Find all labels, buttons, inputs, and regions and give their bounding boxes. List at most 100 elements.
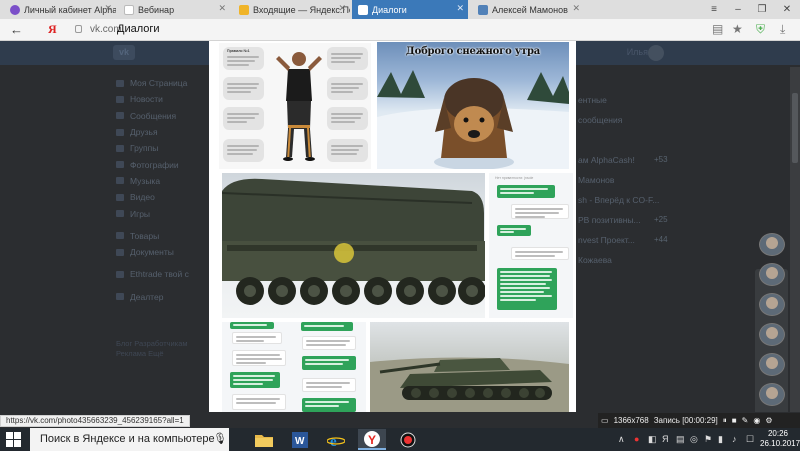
minimize-icon[interactable]: – — [727, 0, 749, 19]
menu-item-documents[interactable]: Документы — [116, 244, 206, 260]
rule-bubble — [327, 139, 368, 162]
menu-item-friends[interactable]: Друзья — [116, 124, 206, 140]
bookmark-star-icon[interactable]: ★ — [732, 22, 743, 36]
menu-item-my-page[interactable]: Моя Страница — [116, 75, 206, 91]
tray-chevron-icon[interactable]: ∧ — [618, 434, 625, 445]
tank-illustration — [370, 357, 569, 412]
downloads-icon[interactable]: ⤓ — [780, 22, 785, 37]
tray-app-icon[interactable]: ◧ — [648, 434, 657, 445]
url-page-title[interactable]: Диалоги — [117, 23, 160, 35]
dog-illustration — [377, 70, 569, 169]
menu-item-photos[interactable]: Фотографии — [116, 156, 206, 172]
participant-avatar[interactable] — [759, 293, 785, 316]
participant-avatar[interactable] — [759, 263, 785, 286]
tab-alexey-mamonov[interactable]: Алексей Мамонов ✕ — [472, 0, 584, 19]
word-icon[interactable]: W — [286, 429, 314, 450]
yandex-browser-icon[interactable]: Y — [358, 429, 386, 450]
menu-item-goods[interactable]: Товары — [116, 228, 206, 244]
music-icon — [116, 177, 124, 185]
list-item[interactable] — [578, 75, 678, 95]
tab-close-icon[interactable]: ✕ — [456, 3, 464, 14]
tray-record-icon[interactable]: ● — [634, 434, 639, 444]
tab-alpha-cash[interactable]: Личный кабинет Alpha Cas ✕ — [4, 0, 116, 19]
record-icon[interactable] — [394, 429, 422, 450]
lock-icon[interactable] — [75, 25, 82, 33]
taskbar-search-box[interactable]: Поиск в Яндексе и на компьютере 🎙 — [30, 428, 229, 451]
microphone-icon[interactable]: 🎙 — [213, 432, 227, 445]
participant-avatar[interactable] — [759, 353, 785, 376]
vk-logo[interactable]: vk — [113, 45, 135, 60]
clock-date: 26.10.2017 — [760, 439, 800, 448]
list-item[interactable]: ам AlphaCash! +53 — [578, 155, 678, 175]
menu-item-ethtrade[interactable]: Ethtrade твой с — [116, 266, 206, 282]
scrollbar-thumb[interactable] — [792, 93, 798, 163]
screen-icon[interactable]: ▭ — [601, 416, 609, 425]
menu-item-video[interactable]: Видео — [116, 189, 206, 205]
menu-item-games[interactable]: Игры — [116, 205, 206, 221]
vk-favicon-icon — [478, 4, 488, 15]
menu-item-messages[interactable]: Сообщения — [116, 108, 206, 124]
yandex-logo[interactable]: Я — [48, 22, 57, 37]
list-item[interactable]: сообщения — [578, 115, 678, 135]
tray-flag-icon[interactable]: ⚑ — [704, 434, 712, 445]
tray-yandex-icon[interactable]: Я — [662, 434, 669, 444]
list-item[interactable] — [578, 135, 678, 155]
tab-close-icon[interactable]: ✕ — [218, 3, 226, 14]
tray-network-icon[interactable]: ▮ — [718, 434, 723, 445]
menu-item-groups[interactable]: Группы — [116, 140, 206, 156]
camera-icon[interactable]: ◉ — [753, 416, 760, 425]
list-item[interactable]: ентные — [578, 95, 678, 115]
reader-mode-icon[interactable]: ▤ — [712, 22, 723, 36]
chat-bubble-incoming — [232, 394, 286, 410]
protect-shield-icon[interactable]: ⛨ — [756, 22, 765, 37]
menu-item-news[interactable]: Новости — [116, 91, 206, 107]
chat-bubble-outgoing — [497, 268, 557, 310]
unread-count: +53 — [654, 155, 668, 164]
browser-menu-icon[interactable]: ≡ — [703, 0, 725, 19]
avatar[interactable] — [648, 45, 664, 61]
restore-icon[interactable]: ❐ — [751, 0, 773, 19]
list-item[interactable]: sh - Вперёд к CO-F... — [578, 195, 678, 215]
tab-webinar[interactable]: Вебинар ✕ — [118, 0, 230, 19]
chat-bubble-incoming — [302, 336, 356, 350]
clock-time: 20:26 — [767, 429, 789, 438]
participant-avatar[interactable] — [759, 233, 785, 256]
tray-language-icon[interactable]: ☐ — [746, 434, 754, 445]
pen-icon[interactable]: ✎ — [742, 416, 749, 425]
tray-volume-icon[interactable]: ♪ — [732, 434, 737, 444]
file-explorer-icon[interactable] — [250, 429, 278, 450]
menu-item-dealer[interactable]: Деалтер — [116, 289, 206, 305]
pause-icon[interactable]: ⏸ — [723, 416, 727, 426]
unread-count: +25 — [654, 215, 668, 224]
list-item[interactable]: PB позитивны... +25 — [578, 215, 678, 235]
list-item[interactable]: nvest Проект... +44 — [578, 235, 678, 255]
tab-close-icon[interactable]: ✕ — [572, 3, 580, 14]
taskbar-clock[interactable]: 20:26 26.10.2017 — [760, 429, 800, 449]
meme-rules-image: Правило №1 — [219, 43, 371, 169]
vk-user-name[interactable]: Илья — [627, 47, 648, 57]
internet-explorer-icon[interactable]: e — [322, 429, 350, 450]
settings-gear-icon[interactable]: ⚙ — [765, 416, 772, 425]
tab-close-icon[interactable]: ✕ — [104, 3, 112, 14]
menu-label: Сообщения — [130, 110, 177, 121]
tray-disk-icon[interactable]: ▤ — [676, 434, 685, 445]
close-window-icon[interactable]: ✕ — [776, 0, 798, 19]
windows-start-icon[interactable] — [6, 432, 22, 447]
menu-item-music[interactable]: Музыка — [116, 173, 206, 189]
tab-close-icon[interactable]: ✕ — [338, 3, 346, 14]
menu-label: Новости — [130, 94, 163, 105]
chat-bubble-outgoing — [230, 322, 274, 329]
tab-dialogs[interactable]: Диалоги ✕ — [352, 0, 468, 19]
list-item[interactable]: Мамонов — [578, 175, 678, 195]
back-arrow-icon[interactable]: ← — [10, 22, 23, 37]
tray-app-icon[interactable]: ◎ — [690, 434, 698, 445]
blank-page-icon — [124, 4, 134, 15]
participant-avatar[interactable] — [759, 323, 785, 346]
list-item[interactable]: Кожаева — [578, 255, 678, 275]
stop-icon[interactable]: ■ — [732, 416, 737, 425]
menu-label: Ethtrade твой с — [130, 269, 189, 280]
photo-viewer[interactable]: Правило №1 Доброго снежного утра Нет при… — [209, 41, 576, 412]
vk-footer-links[interactable]: Блог Разработчикам Реклама Ещё — [116, 339, 211, 359]
tab-yandex-mail[interactable]: Входящие — Яндекс.Почта ✕ — [233, 0, 350, 19]
participant-avatar[interactable] — [759, 383, 785, 406]
